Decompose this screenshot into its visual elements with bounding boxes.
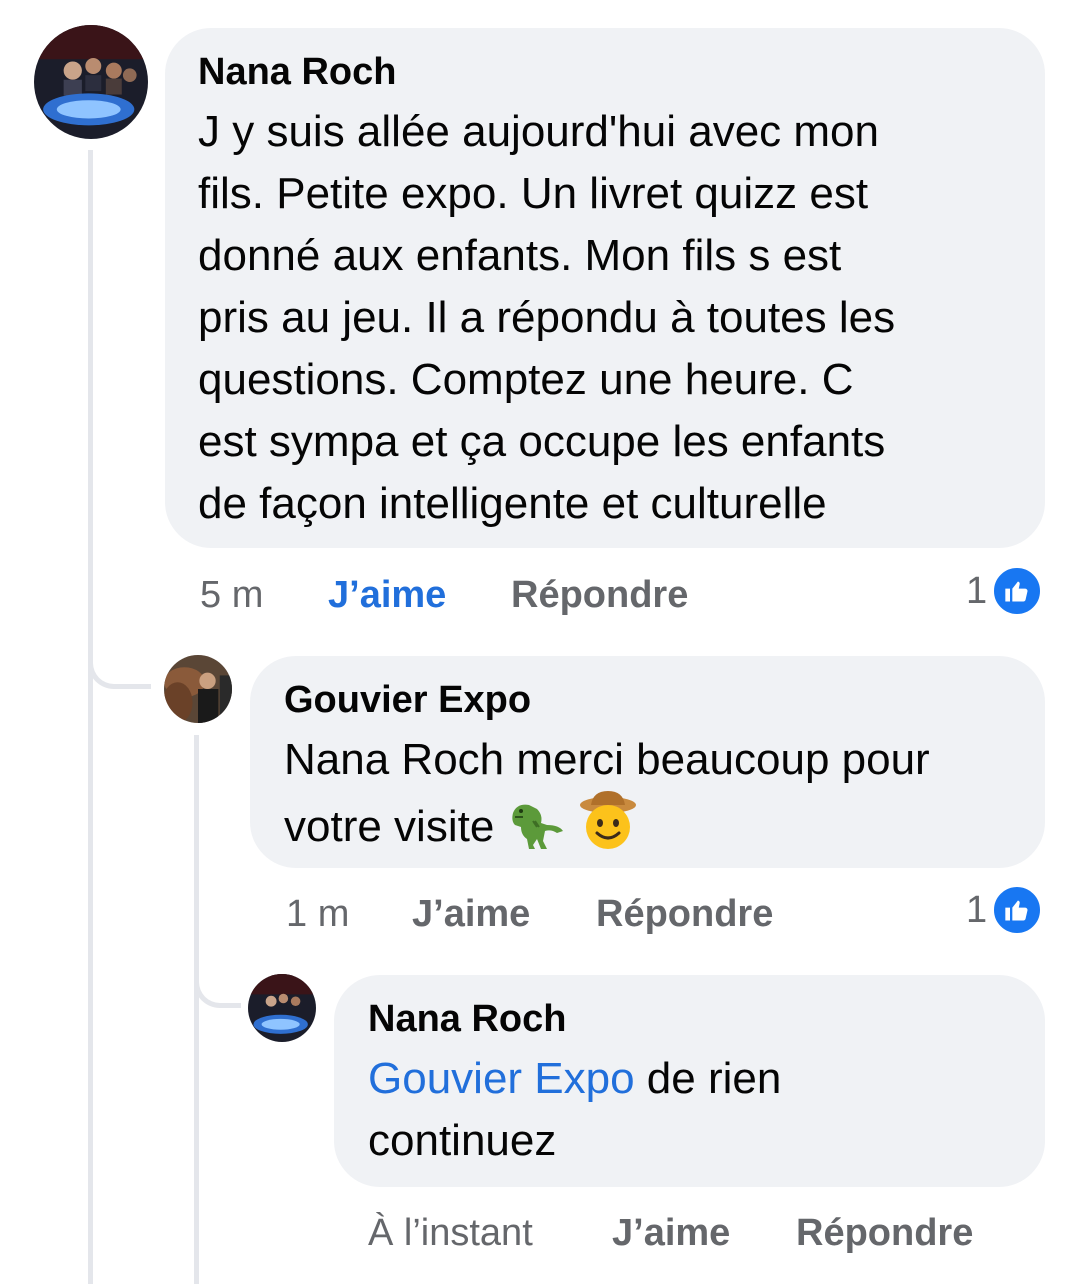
comment-line: votre visite	[284, 791, 930, 858]
mention-link[interactable]: Gouvier Expo	[368, 1054, 635, 1103]
reply-button[interactable]: Répondre	[796, 1211, 973, 1255]
thread-connector-reply-1	[88, 640, 151, 689]
thumbs-up-icon	[991, 884, 1044, 936]
avatar[interactable]	[34, 25, 148, 139]
avatar[interactable]	[248, 974, 316, 1042]
comment-line: questions. Comptez une heure. C	[198, 355, 854, 404]
reply-button[interactable]: Répondre	[511, 573, 688, 617]
comment-line-text: votre visite	[284, 802, 495, 851]
comment-line: de façon intelligente et culturelle	[198, 479, 827, 528]
reaction-summary[interactable]: 1	[966, 565, 1044, 617]
avatar[interactable]	[164, 655, 232, 723]
comment-line: est sympa et ça occupe les enfants	[198, 417, 886, 466]
like-button[interactable]: J’aime	[412, 892, 530, 936]
comment-line: continuez	[368, 1116, 557, 1165]
comment-timestamp[interactable]: 1 m	[286, 892, 349, 936]
like-button[interactable]: J’aime	[328, 573, 446, 617]
comment-line: Nana Roch merci beaucoup pour	[284, 735, 930, 784]
t-rex-emoji	[511, 804, 563, 849]
profile-photo-icon	[248, 974, 316, 1042]
like-button[interactable]: J’aime	[612, 1211, 730, 1255]
comment-timestamp[interactable]: À l’instant	[368, 1211, 533, 1255]
comment-author[interactable]: Nana Roch	[368, 997, 566, 1041]
comment-line: J y suis allée aujourd'hui avec mon	[198, 107, 879, 156]
reply-button[interactable]: Répondre	[596, 892, 773, 936]
thread-connector-reply-2	[194, 955, 241, 1008]
comment-author[interactable]: Nana Roch	[198, 50, 396, 94]
comment-line: Gouvier Expo de rien	[368, 1048, 781, 1110]
comment-text: Nana Roch merci beaucoup pour votre visi…	[284, 729, 930, 858]
profile-photo-icon	[164, 655, 232, 723]
comment-author[interactable]: Gouvier Expo	[284, 678, 531, 722]
comment-line: pris au jeu. Il a répondu à toutes les	[198, 293, 896, 342]
profile-photo-icon	[34, 25, 148, 139]
thread-line-main	[88, 150, 93, 1284]
comment-timestamp[interactable]: 5 m	[200, 573, 263, 617]
thumbs-up-icon	[991, 565, 1044, 617]
comment-text: J y suis allée aujourd'hui avec mon fils…	[198, 101, 895, 535]
thread-line-reply	[194, 735, 199, 1284]
comment-line-text: de rien	[634, 1054, 782, 1103]
cowboy-face-emoji	[579, 791, 636, 849]
reaction-summary[interactable]: 1	[966, 884, 1044, 936]
comment-line: donné aux enfants. Mon fils s est	[198, 231, 842, 280]
comment-line: fils. Petite expo. Un livret quizz est	[198, 169, 869, 218]
reaction-count: 1	[966, 569, 988, 612]
comment-text: Gouvier Expo de rien continuez	[368, 1048, 781, 1172]
reaction-count: 1	[966, 888, 988, 931]
